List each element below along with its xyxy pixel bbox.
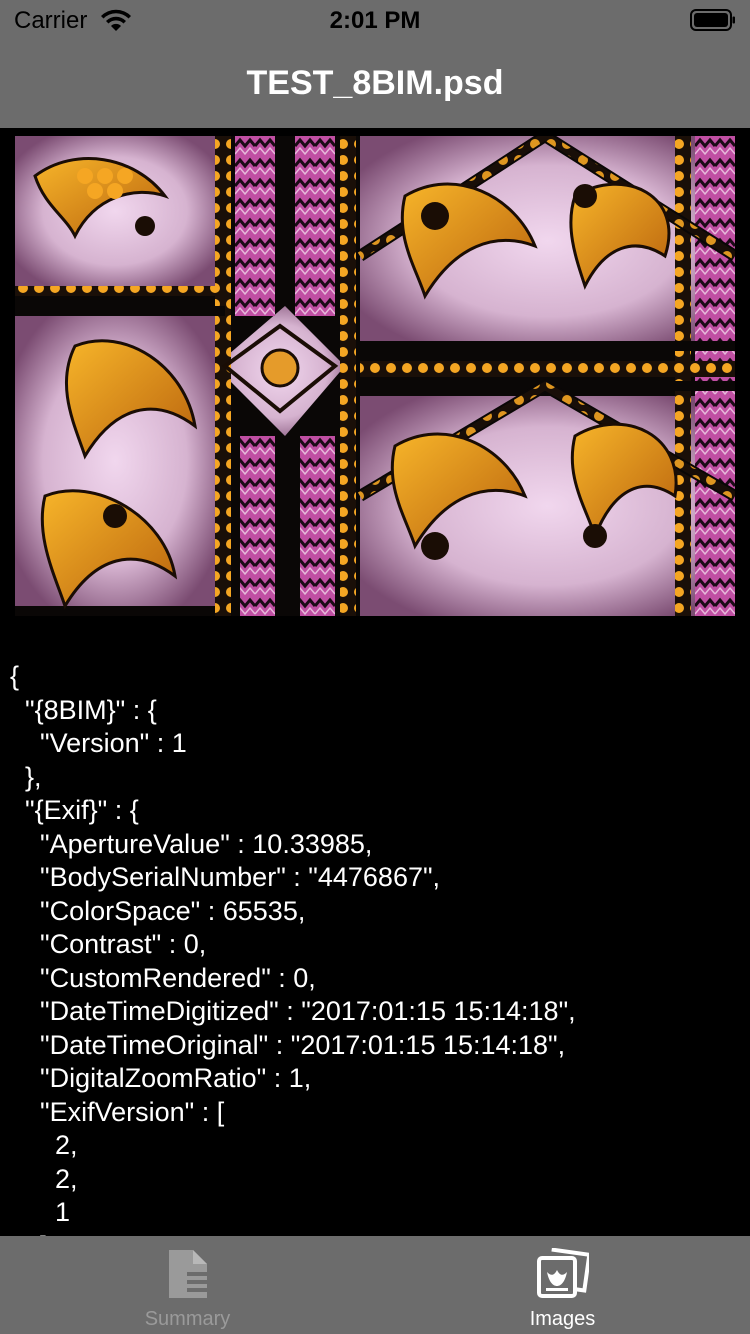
metadata-line: 2, [10, 1130, 78, 1160]
metadata-line: "BodySerialNumber" : "4476867", [10, 862, 441, 892]
metadata-line: }, [10, 761, 42, 792]
document-icon [169, 1250, 207, 1298]
metadata-line: { [10, 661, 20, 691]
metadata-line: "{8BIM}" : { [10, 694, 157, 725]
navigation-bar: TEST_8BIM.psd [0, 40, 750, 128]
photos-icon [537, 1248, 589, 1298]
metadata-line: "CustomRendered" : 0, [10, 962, 316, 993]
metadata-line: "ColorSpace" : 65535, [10, 895, 306, 926]
metadata-line: "{Exif}" : { [10, 795, 139, 825]
tab-summary-label: Summary [144, 1308, 231, 1330]
metadata-line: 1 [10, 1197, 71, 1227]
metadata-line: "DateTimeDigitized" : "2017:01:15 15:14:… [10, 996, 576, 1026]
image-preview [15, 136, 735, 616]
status-bar: Carrier 2:01 PM [0, 0, 750, 40]
metadata-json-text: { "{8BIM}" : { "Version" : 1 }, "{Exif}"… [10, 660, 740, 1236]
metadata-line: "DateTimeOriginal" : "2017:01:15 15:14:1… [10, 1029, 566, 1060]
tab-bar: Summary Images [0, 1236, 750, 1334]
nav-title: TEST_8BIM.psd [246, 64, 504, 102]
metadata-line: "Contrast" : 0, [10, 929, 207, 959]
metadata-line: "ExifVersion" : [ [10, 1096, 225, 1127]
metadata-line: 2, [10, 1163, 78, 1194]
tab-summary[interactable]: Summary [0, 1236, 375, 1334]
battery-icon [690, 9, 735, 31]
tab-images[interactable]: Images [375, 1236, 750, 1334]
screen: Carrier 2:01 PM TEST_8BIM.psd {"{8BIM}"… [0, 0, 750, 1334]
tab-images-label: Images [529, 1308, 596, 1330]
metadata-line: "Version" : 1 [10, 728, 187, 758]
stained-glass-photo [15, 136, 735, 616]
clock: 2:01 PM [329, 7, 421, 34]
metadata-line: "ApertureValue" : 10.33985, [10, 828, 373, 859]
metadata-line: "DigitalZoomRatio" : 1, [10, 1063, 312, 1093]
